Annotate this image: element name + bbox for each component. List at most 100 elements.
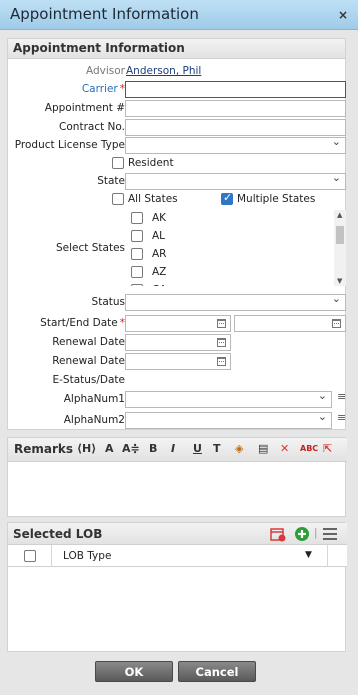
contract-number-label: Contract No. xyxy=(59,121,125,133)
italic-icon[interactable]: I xyxy=(171,442,175,455)
ok-button[interactable]: OK xyxy=(95,661,173,682)
font-size-icon[interactable]: A≑ xyxy=(122,442,140,455)
alphanum1-label: AlphaNum1 xyxy=(63,393,125,405)
select-all-checkbox[interactable] xyxy=(24,550,36,562)
expand-icon[interactable]: ⇱ xyxy=(323,442,332,455)
column-divider xyxy=(327,545,328,567)
fill-color-icon[interactable]: ◈ xyxy=(235,442,243,455)
states-listbox[interactable]: AK AL AR AZ CA ▲ ▼ xyxy=(128,210,346,286)
renewal-date-label: Renewal Date xyxy=(52,336,125,348)
resident-label: Resident xyxy=(128,157,174,169)
renewal-date-row: Renewal Date xyxy=(8,334,347,351)
all-states-checkbox[interactable] xyxy=(112,193,124,205)
state-option-ar[interactable]: AR xyxy=(128,246,328,264)
scroll-thumb[interactable] xyxy=(336,226,344,244)
state-code: AR xyxy=(152,248,167,260)
scroll-up-icon[interactable]: ▲ xyxy=(337,211,342,219)
state-select[interactable] xyxy=(125,171,346,190)
contract-number-input[interactable] xyxy=(125,119,346,136)
product-license-type-select[interactable] xyxy=(125,135,346,154)
window-titlebar: Appointment Information × xyxy=(0,0,358,30)
multiple-states-checkbox[interactable] xyxy=(221,191,233,205)
remarks-panel: Remarks ⟨H⟩ A A≑ B I U T ◈ ▤ ✕ ABC ⇱ xyxy=(7,437,347,517)
state-option-al[interactable]: AL xyxy=(128,228,328,246)
state-checkbox[interactable] xyxy=(131,266,143,278)
contract-number-row: Contract No. xyxy=(8,119,347,136)
font-color-icon[interactable]: A xyxy=(105,442,114,455)
scroll-down-icon[interactable]: ▼ xyxy=(337,277,342,285)
window-title: Appointment Information xyxy=(10,5,199,23)
select-states-row: Select States AK AL AR AZ CA ▲ ▼ xyxy=(8,210,347,286)
lob-table-header: LOB Type ▼ xyxy=(8,545,347,567)
alphanum1-select[interactable] xyxy=(125,389,332,408)
estatus-date-label: E-Status/Date xyxy=(52,374,125,386)
product-license-type-label: Product License Type xyxy=(14,139,125,151)
alphanum2-row: AlphaNum2 xyxy=(8,410,347,429)
renewal-date-2-label: Renewal Date xyxy=(52,355,125,367)
states-scrollbar[interactable]: ▲ ▼ xyxy=(334,210,346,286)
carrier-input[interactable] xyxy=(125,81,346,98)
appointment-number-input[interactable] xyxy=(125,100,346,117)
calendar-icon[interactable] xyxy=(332,319,341,328)
spellcheck-icon[interactable]: ABC xyxy=(300,444,318,453)
status-label: Status xyxy=(91,296,125,308)
alphanum2-select[interactable] xyxy=(125,410,332,429)
state-checkbox[interactable] xyxy=(131,212,143,224)
state-option-ca[interactable]: CA xyxy=(128,282,328,286)
appointment-number-row: Appointment # xyxy=(8,100,347,117)
state-code: AK xyxy=(152,212,167,224)
menu-icon[interactable] xyxy=(322,527,338,541)
lob-table-body xyxy=(8,568,345,651)
text-highlight-icon[interactable]: T xyxy=(213,442,221,455)
close-icon[interactable]: × xyxy=(338,8,348,22)
all-states-label: All States xyxy=(128,193,178,205)
renewal-date-2-input[interactable] xyxy=(125,353,231,370)
state-checkbox[interactable] xyxy=(131,284,143,286)
start-end-date-label: Start/End Date * xyxy=(40,317,125,329)
resident-row: Resident xyxy=(8,156,347,173)
state-option-ak[interactable]: AK xyxy=(128,210,328,228)
end-date-input[interactable] xyxy=(234,315,346,332)
column-divider xyxy=(51,545,52,567)
remarks-editor[interactable] xyxy=(8,463,345,516)
advisor-label: Advisor xyxy=(85,65,125,77)
status-select[interactable] xyxy=(125,292,346,311)
list-icon[interactable] xyxy=(337,390,347,408)
lob-header: Selected LOB | xyxy=(8,523,347,545)
select-states-label: Select States xyxy=(56,242,125,254)
cancel-button[interactable]: Cancel xyxy=(178,661,256,682)
product-license-type-row: Product License Type xyxy=(8,135,347,154)
sort-desc-icon[interactable]: ▼ xyxy=(305,550,312,560)
alphanum1-row: AlphaNum1 xyxy=(8,389,347,408)
advisor-link[interactable]: Anderson, Phil xyxy=(126,65,201,77)
remarks-label: Remarks xyxy=(14,442,74,456)
estatus-date-row: E-Status/Date xyxy=(8,372,347,389)
state-option-az[interactable]: AZ xyxy=(128,264,328,282)
state-row: State xyxy=(8,171,347,190)
state-label: State xyxy=(97,175,125,187)
multiple-states-label: Multiple States xyxy=(237,193,316,205)
resident-checkbox[interactable] xyxy=(112,157,124,169)
state-checkbox[interactable] xyxy=(131,230,143,242)
calendar-icon[interactable] xyxy=(217,319,226,328)
appointment-number-label: Appointment # xyxy=(44,102,125,114)
divider: | xyxy=(314,527,318,539)
add-icon[interactable] xyxy=(294,526,310,542)
calendar-icon[interactable] xyxy=(217,338,226,347)
list-icon[interactable] xyxy=(337,411,347,429)
clear-format-icon[interactable]: ✕ xyxy=(280,442,289,455)
paste-icon[interactable]: ▤ xyxy=(258,442,268,455)
start-date-input[interactable] xyxy=(125,315,231,332)
remarks-toolbar: Remarks ⟨H⟩ A A≑ B I U T ◈ ▤ ✕ ABC ⇱ xyxy=(8,438,347,462)
state-code: AL xyxy=(152,230,166,242)
lob-type-column-header[interactable]: LOB Type xyxy=(63,550,111,562)
calendar-icon[interactable] xyxy=(217,357,226,366)
bold-icon[interactable]: B xyxy=(149,442,157,455)
renewal-date-input[interactable] xyxy=(125,334,231,351)
state-code: AZ xyxy=(152,266,167,278)
html-source-icon[interactable]: ⟨H⟩ xyxy=(77,442,96,455)
underline-icon[interactable]: U xyxy=(193,442,202,455)
lob-panel: Selected LOB | LOB Type ▼ xyxy=(7,522,347,652)
calendar-delete-icon[interactable] xyxy=(270,526,286,542)
state-checkbox[interactable] xyxy=(131,248,143,260)
